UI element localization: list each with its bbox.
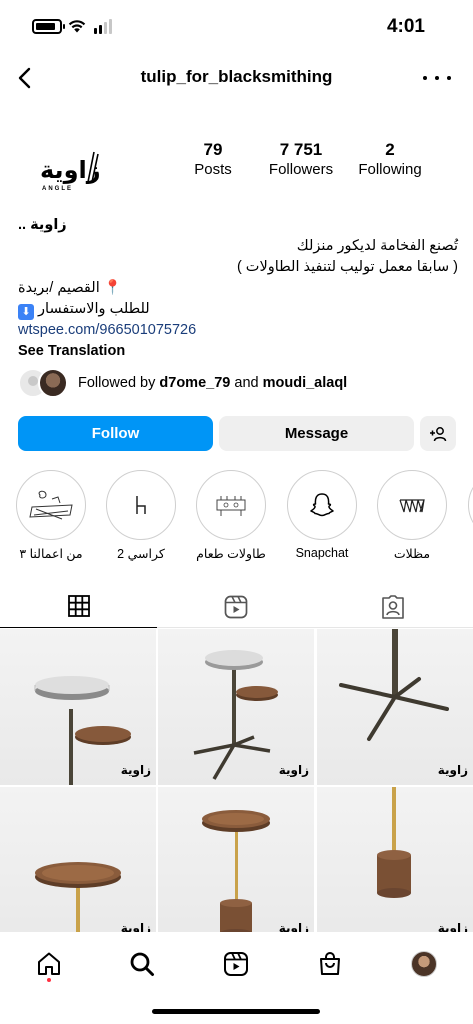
tab-grid[interactable] [0,585,157,628]
followed-by-text: Followed by d7ome_79 and moudi_alaql [78,375,347,391]
tab-reels[interactable] [157,585,314,628]
followed-by-user: moudi_alaql [262,375,348,391]
profile-tabs [0,585,473,628]
tab-profile[interactable] [404,944,444,984]
following-count: 2 [385,140,395,159]
highlight-item[interactable]: طاولات طعام [186,470,276,561]
followed-by-and: and [234,375,259,391]
highlight-item[interactable]: من اعمالنا ٣ [6,470,96,561]
shade-structure-icon [399,499,425,513]
bio-line-3: القصيم /بريدة [18,280,100,296]
sketch-icon [29,490,73,520]
posts-stat[interactable]: 79 Posts [183,140,243,178]
post-image [35,862,121,932]
grid-icon [67,595,90,617]
snapchat-ghost-icon [310,493,334,517]
followers-label: Followers [268,161,334,178]
logo-watermark: زاوية [437,763,468,777]
highlight-label: مظلات [393,547,431,561]
posts-count: 79 [203,140,223,159]
status-bar: 4:01 [0,0,473,52]
highlight-label: من اعمالنا ٣ [19,547,83,561]
highlight-item[interactable]: Snapchat [277,470,367,560]
tab-reels[interactable] [216,944,256,984]
more-options-icon[interactable] [423,64,451,92]
profile-stats: 79 Posts 7 751 Followers 2 Following [0,140,473,184]
followers-count: 7 751 [279,140,323,159]
grid-post[interactable]: زاوية [158,629,314,785]
followed-by-row[interactable]: Followed by d7ome_79 and moudi_alaql [18,366,347,400]
suggested-users-button[interactable] [420,416,456,451]
bio-line-2: ( سابقا معمل توليب لتنفيذ الطاولات ) [236,259,458,275]
battery-icon [32,19,65,34]
highlight-item-partial[interactable] [458,470,473,540]
reels-icon [224,595,247,618]
grid-post[interactable]: زاوية [317,629,473,785]
followers-stat[interactable]: 7 751 Followers [263,140,339,178]
profile-nav-bar: tulip_for_blacksmithing [0,52,473,102]
home-indicator [152,1009,320,1014]
post-image [377,787,411,898]
bio-line-1: تُصنع الفخامة لديكور منزلك [296,238,458,254]
grid-post[interactable]: زاوية [0,787,156,932]
profile-username: tulip_for_blacksmithing [140,67,333,86]
profile-bio: زاوية .. تُصنع الفخامة لديكور منزلك ( سا… [18,215,458,362]
status-time: 4:01 [386,16,425,37]
highlight-item[interactable]: كراسي 2 [96,470,186,561]
profile-avatar [411,951,437,977]
highlight-item[interactable]: مظلات [367,470,457,561]
highlight-label: Snapchat [295,546,349,560]
tab-shop[interactable] [310,944,350,984]
tab-search[interactable] [122,944,162,984]
down-arrow-icon: ⬇ [18,304,34,320]
story-highlights: من اعمالنا ٣ كراسي 2 طاولات طعام Snapcha… [0,470,473,570]
logo-watermark: زاوية [437,921,468,932]
logo-watermark: زاوية [278,763,309,777]
logo-subtext: ANGLE [42,186,73,192]
highlight-label: طاولات طعام [196,547,266,561]
bio-link[interactable]: wtspee.com/966501075726 [18,320,458,341]
bio-display-name: زاوية .. [18,217,67,233]
followed-by-user: d7ome_79 [159,375,231,391]
grid-post[interactable]: زاوية [0,629,156,785]
bio-line-4-container: ⬇ للطلب والاستفسار [18,299,458,320]
bio-line-3-container: القصيم /بريدة 📍 [18,278,458,299]
logo-watermark: زاوية [120,763,151,777]
logo-watermark: زاوية [120,921,151,932]
chair-icon [136,496,146,514]
post-image [339,629,449,741]
post-image [202,810,270,932]
posts-label: Posts [194,161,232,178]
follow-button[interactable]: Follow [18,416,213,451]
add-user-icon [430,426,447,441]
post-image [34,676,131,785]
location-pin-icon: 📍 [103,280,122,296]
notification-dot [47,978,51,982]
search-icon [130,952,154,976]
tagged-icon [381,594,404,619]
dining-table-icon [216,496,246,516]
message-button[interactable]: Message [219,416,414,451]
cellular-signal-icon [94,19,112,34]
follower-avatar [38,368,68,398]
followed-by-prefix: Followed by [78,375,156,391]
home-icon [38,952,60,975]
bio-line-4: للطلب والاستفسار [38,301,150,317]
shop-icon [320,952,340,975]
grid-post[interactable]: زاوية [158,787,314,932]
posts-grid: زاوية زاوية زاوية زاوية زاوية زاوية [0,629,473,932]
following-label: Following [358,161,422,178]
logo-watermark: زاوية [278,921,309,932]
post-image [193,650,278,780]
following-stat[interactable]: 2 Following [352,140,428,178]
reels-icon [224,952,248,976]
tab-tagged[interactable] [314,585,471,628]
wifi-icon [68,20,86,33]
highlight-label: كراسي 2 [117,547,165,561]
see-translation-link[interactable]: See Translation [18,341,458,362]
grid-post[interactable]: زاوية [317,787,473,932]
